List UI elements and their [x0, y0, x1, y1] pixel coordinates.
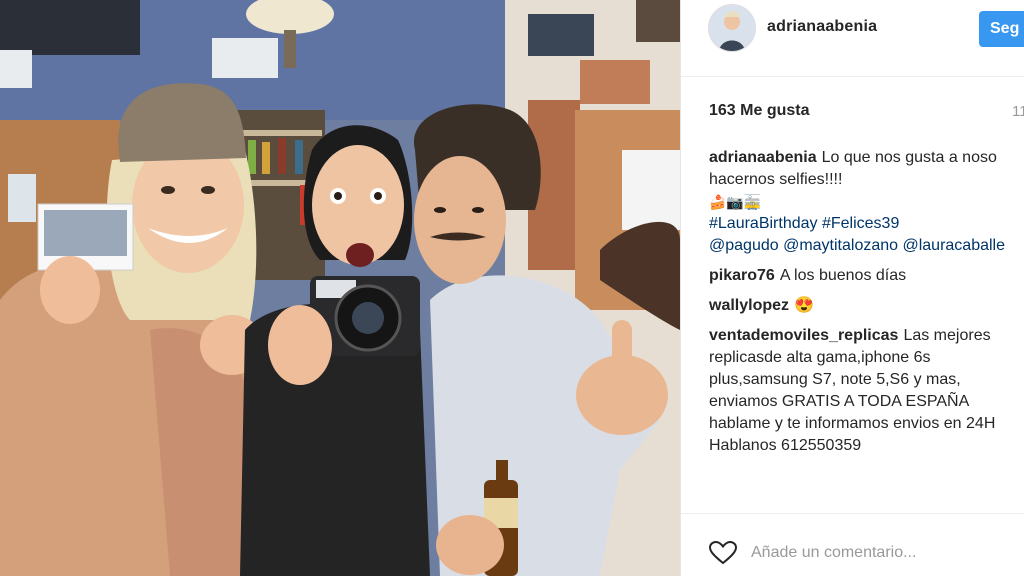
post-header: adrianaabenia Seg — [681, 0, 1024, 77]
comment-item: ventademoviles_replicas Las mejores repli… — [709, 325, 1024, 457]
caption-emoji: 🍰📷🚋 — [709, 194, 762, 210]
comment-text-line: hablame y te informamos envios en 24H — [709, 415, 996, 432]
caption-mentions[interactable]: @pagudo @maytitalozano @lauracaballe — [709, 235, 1024, 257]
comment-text-line: plus,samsung S7, note 5,S6 y mas, — [709, 371, 961, 388]
heart-icon[interactable] — [709, 541, 737, 565]
comment-item: pikaro76 A los buenos días — [709, 265, 1024, 287]
post-photo[interactable] — [0, 0, 680, 576]
photo-illustration — [0, 0, 680, 576]
comment-username[interactable]: wallylopez — [709, 297, 789, 314]
caption: adrianaabenia Lo que nos gusta a noso hac… — [709, 147, 1024, 257]
comment-item: wallylopez 😍 — [709, 295, 1024, 317]
likes-count[interactable]: 163 Me gusta — [709, 102, 809, 120]
comment-text-line: enviamos GRATIS A TODA ESPAÑA — [709, 393, 970, 410]
comment-box: Añade un comentario... — [681, 513, 1024, 576]
comment-text: 😍 — [794, 297, 814, 314]
follow-button[interactable]: Seg — [979, 11, 1024, 47]
caption-hashtags[interactable]: #LauraBirthday #Felices39 — [709, 213, 1024, 235]
comment-username[interactable]: ventademoviles_replicas — [709, 327, 898, 344]
comments-list: adrianaabenia Lo que nos gusta a noso hac… — [709, 147, 1024, 465]
comment-text: Las mejores — [903, 327, 991, 344]
comment-text: A los buenos días — [779, 267, 907, 284]
caption-username[interactable]: adrianaabenia — [709, 149, 817, 166]
comment-text-line: Hablanos 612550359 — [709, 437, 862, 454]
comment-text-line: replicasde alta gama,iphone 6s — [709, 349, 931, 366]
add-comment-input[interactable]: Añade un comentario... — [751, 544, 916, 562]
caption-text-2: hacernos selfies!!!! — [709, 171, 843, 188]
caption-text-1: Lo que nos gusta a noso — [821, 149, 997, 166]
post-username[interactable]: adrianaabenia — [767, 18, 877, 36]
post-time[interactable]: 11 — [1012, 103, 1024, 120]
avatar[interactable] — [708, 4, 756, 52]
avatar-image — [709, 5, 755, 51]
post-side-panel: adrianaabenia Seg 163 Me gusta 11 adrian… — [680, 0, 1024, 576]
comment-username[interactable]: pikaro76 — [709, 267, 775, 284]
